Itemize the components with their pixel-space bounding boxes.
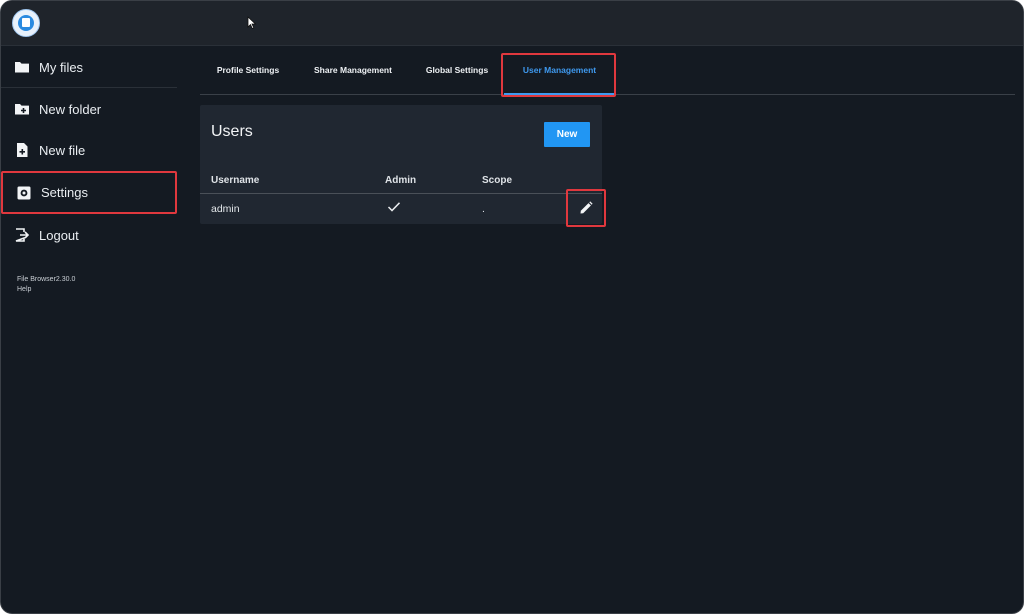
folder-icon <box>14 59 30 75</box>
user-row-scope: . <box>482 203 485 215</box>
sidebar-item-logout[interactable]: Logout <box>1 214 177 256</box>
sidebar-item-my-files[interactable]: My files <box>1 46 177 88</box>
column-header-scope: Scope <box>482 175 513 186</box>
mouse-cursor-icon <box>247 16 257 30</box>
version-text: File Browser2.30.0 <box>17 276 76 283</box>
tab-share-management[interactable]: Share Management <box>300 46 406 93</box>
column-header-username: Username <box>211 175 260 186</box>
sidebar-item-label: Settings <box>41 185 88 200</box>
sidebar-item-label: Logout <box>39 227 79 243</box>
file-plus-icon <box>14 142 30 158</box>
edit-user-button[interactable] <box>566 189 606 227</box>
sidebar-item-label: New file <box>39 142 86 158</box>
column-header-admin: Admin <box>385 175 417 186</box>
tab-profile-settings[interactable]: Profile Settings <box>200 46 296 93</box>
users-title: Users <box>211 123 253 140</box>
sidebar-item-new-folder[interactable]: New folder <box>1 88 177 130</box>
pencil-icon <box>580 201 593 214</box>
user-row-username: admin <box>211 203 240 215</box>
new-user-button[interactable]: New <box>544 122 590 147</box>
sidebar-item-label: New folder <box>39 101 102 117</box>
logo-sheet-icon <box>22 18 30 27</box>
file-browser-logo-icon[interactable] <box>12 9 40 37</box>
check-icon <box>387 202 401 212</box>
table-header-divider <box>200 193 602 194</box>
tab-global-settings[interactable]: Global Settings <box>414 46 500 93</box>
sidebar: My files New folder New file Settings Lo… <box>1 46 179 613</box>
sidebar-item-label: My files <box>39 59 84 75</box>
logout-icon <box>14 227 30 243</box>
folder-plus-icon <box>14 101 30 117</box>
sidebar-item-new-file[interactable]: New file <box>1 129 177 171</box>
users-card: Users New Username Admin Scope admin . <box>200 105 602 224</box>
help-link[interactable]: Help <box>17 286 31 293</box>
sidebar-item-settings[interactable]: Settings <box>1 171 177 214</box>
top-bar <box>1 1 1023 46</box>
app-window: My files New folder New file Settings Lo… <box>0 0 1024 614</box>
settings-icon <box>16 185 32 201</box>
tab-highlight-box <box>501 53 616 97</box>
